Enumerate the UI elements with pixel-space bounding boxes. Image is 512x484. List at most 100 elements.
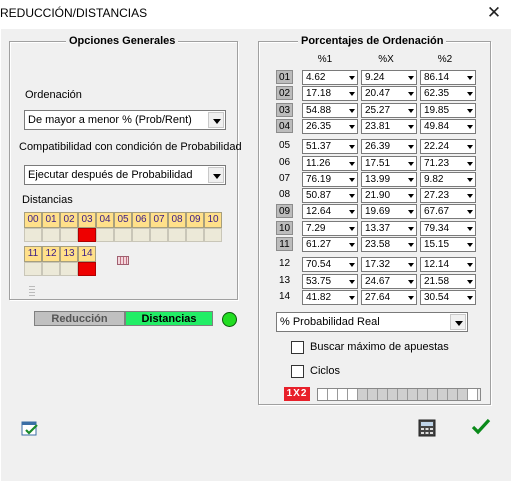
distancia-cell-09[interactable]: 09 [186,212,204,228]
calculator-icon[interactable] [418,419,436,437]
chevron-down-icon[interactable] [349,210,355,215]
chevron-down-icon[interactable] [349,145,355,150]
distancia-cell-13[interactable]: 13 [60,246,78,262]
percent-select[interactable]: 12.64 [302,204,358,220]
percent-select[interactable]: 26.39 [361,139,417,155]
percent-select[interactable]: 19.85 [420,102,476,118]
chevron-down-icon[interactable] [467,124,473,129]
percent-select[interactable]: 67.67 [420,204,476,220]
chevron-down-icon[interactable] [450,314,466,330]
chevron-down-icon[interactable] [408,92,414,97]
percent-select[interactable]: 26.35 [302,118,358,134]
chevron-down-icon[interactable] [408,124,414,129]
chevron-down-icon[interactable] [349,226,355,231]
chevron-down-icon[interactable] [467,279,473,284]
checkmark-icon[interactable] [471,418,491,436]
distancia-slot-13[interactable] [60,262,78,276]
percent-select[interactable]: 11.26 [302,155,358,171]
percent-select[interactable]: 50.87 [302,188,358,204]
chevron-down-icon[interactable] [467,145,473,150]
percent-select[interactable]: 22.24 [420,139,476,155]
chevron-down-icon[interactable] [408,145,414,150]
percent-select[interactable]: 79.34 [420,220,476,236]
percent-select[interactable]: 53.75 [302,273,358,289]
percent-select[interactable]: 49.84 [420,118,476,134]
chevron-down-icon[interactable] [408,295,414,300]
percent-select[interactable]: 13.99 [361,171,417,187]
distancia-cell-06[interactable]: 06 [132,212,150,228]
percent-select[interactable]: 62.35 [420,86,476,102]
chevron-down-icon[interactable] [467,177,473,182]
percent-select[interactable]: 17.32 [361,257,417,273]
distancia-cell-02[interactable]: 02 [60,212,78,228]
distancia-slot-01[interactable] [42,228,60,242]
distancia-cell-01[interactable]: 01 [42,212,60,228]
percent-select[interactable]: 7.29 [302,220,358,236]
distancia-slot-09[interactable] [186,228,204,242]
percent-select[interactable]: 17.18 [302,86,358,102]
distancia-cell-04[interactable]: 04 [96,212,114,228]
distancia-cell-10[interactable]: 10 [204,212,222,228]
percent-select[interactable]: 20.47 [361,86,417,102]
percent-select[interactable]: 23.58 [361,237,417,252]
percent-select[interactable]: 23.81 [361,118,417,134]
chevron-down-icon[interactable] [408,161,414,166]
calendar-check-icon[interactable] [21,420,39,436]
chevron-down-icon[interactable] [467,92,473,97]
percent-select[interactable]: 76.19 [302,171,358,187]
percent-select[interactable]: 24.67 [361,273,417,289]
percent-select[interactable]: 12.14 [420,257,476,273]
chevron-down-icon[interactable] [349,124,355,129]
distancia-slot-08[interactable] [168,228,186,242]
percent-select[interactable]: 41.82 [302,289,358,305]
chevron-down-icon[interactable] [408,76,414,80]
chevron-down-icon[interactable] [408,108,414,113]
distancia-slot-12[interactable] [42,262,60,276]
tab-distancias[interactable]: Distancias [125,311,213,326]
chevron-down-icon[interactable] [349,243,355,247]
distancia-cell-12[interactable]: 12 [42,246,60,262]
percent-select[interactable]: 17.51 [361,155,417,171]
distancia-slot-06[interactable] [132,228,150,242]
percent-select[interactable]: 21.58 [420,273,476,289]
chevron-down-icon[interactable] [408,177,414,182]
distancia-slot-03[interactable] [78,228,96,242]
distancia-cell-11[interactable]: 11 [24,246,42,262]
percent-select[interactable]: 25.27 [361,102,417,118]
distancia-cell-00[interactable]: 00 [24,212,42,228]
chevron-down-icon[interactable] [408,210,414,215]
chevron-down-icon[interactable] [408,243,414,247]
chevron-down-icon[interactable] [408,226,414,231]
close-icon[interactable]: ✕ [486,4,502,22]
chevron-down-icon[interactable] [349,92,355,97]
percent-select[interactable]: 54.88 [302,102,358,118]
chevron-down-icon[interactable] [349,263,355,268]
distancia-cell-07[interactable]: 07 [150,212,168,228]
percent-select[interactable]: 19.69 [361,204,417,220]
compatibilidad-select[interactable]: Ejecutar después de Probabilidad [24,165,226,185]
chevron-down-icon[interactable] [467,243,473,247]
distancia-slot-11[interactable] [24,262,42,276]
chevron-down-icon[interactable] [467,108,473,113]
percent-select[interactable]: 9.82 [420,171,476,187]
percent-select[interactable]: 9.24 [361,70,417,85]
distancia-slot-07[interactable] [150,228,168,242]
percent-select[interactable]: 86.14 [420,70,476,85]
probabilidad-select[interactable]: % Probabilidad Real [276,312,468,332]
percent-select[interactable]: 13.37 [361,220,417,236]
chevron-down-icon[interactable] [408,263,414,268]
percent-select[interactable]: 27.23 [420,188,476,204]
percent-select[interactable]: 71.23 [420,155,476,171]
chevron-down-icon[interactable] [349,279,355,284]
chevron-down-icon[interactable] [467,76,473,80]
distancia-slot-05[interactable] [114,228,132,242]
chevron-down-icon[interactable] [208,112,224,128]
chevron-down-icon[interactable] [408,279,414,284]
percent-select[interactable]: 61.27 [302,237,358,252]
chevron-down-icon[interactable] [467,210,473,215]
chevron-down-icon[interactable] [349,194,355,199]
percent-select[interactable]: 21.90 [361,188,417,204]
chevron-down-icon[interactable] [349,161,355,166]
distancia-slot-14[interactable] [78,262,96,276]
distancia-slot-04[interactable] [96,228,114,242]
